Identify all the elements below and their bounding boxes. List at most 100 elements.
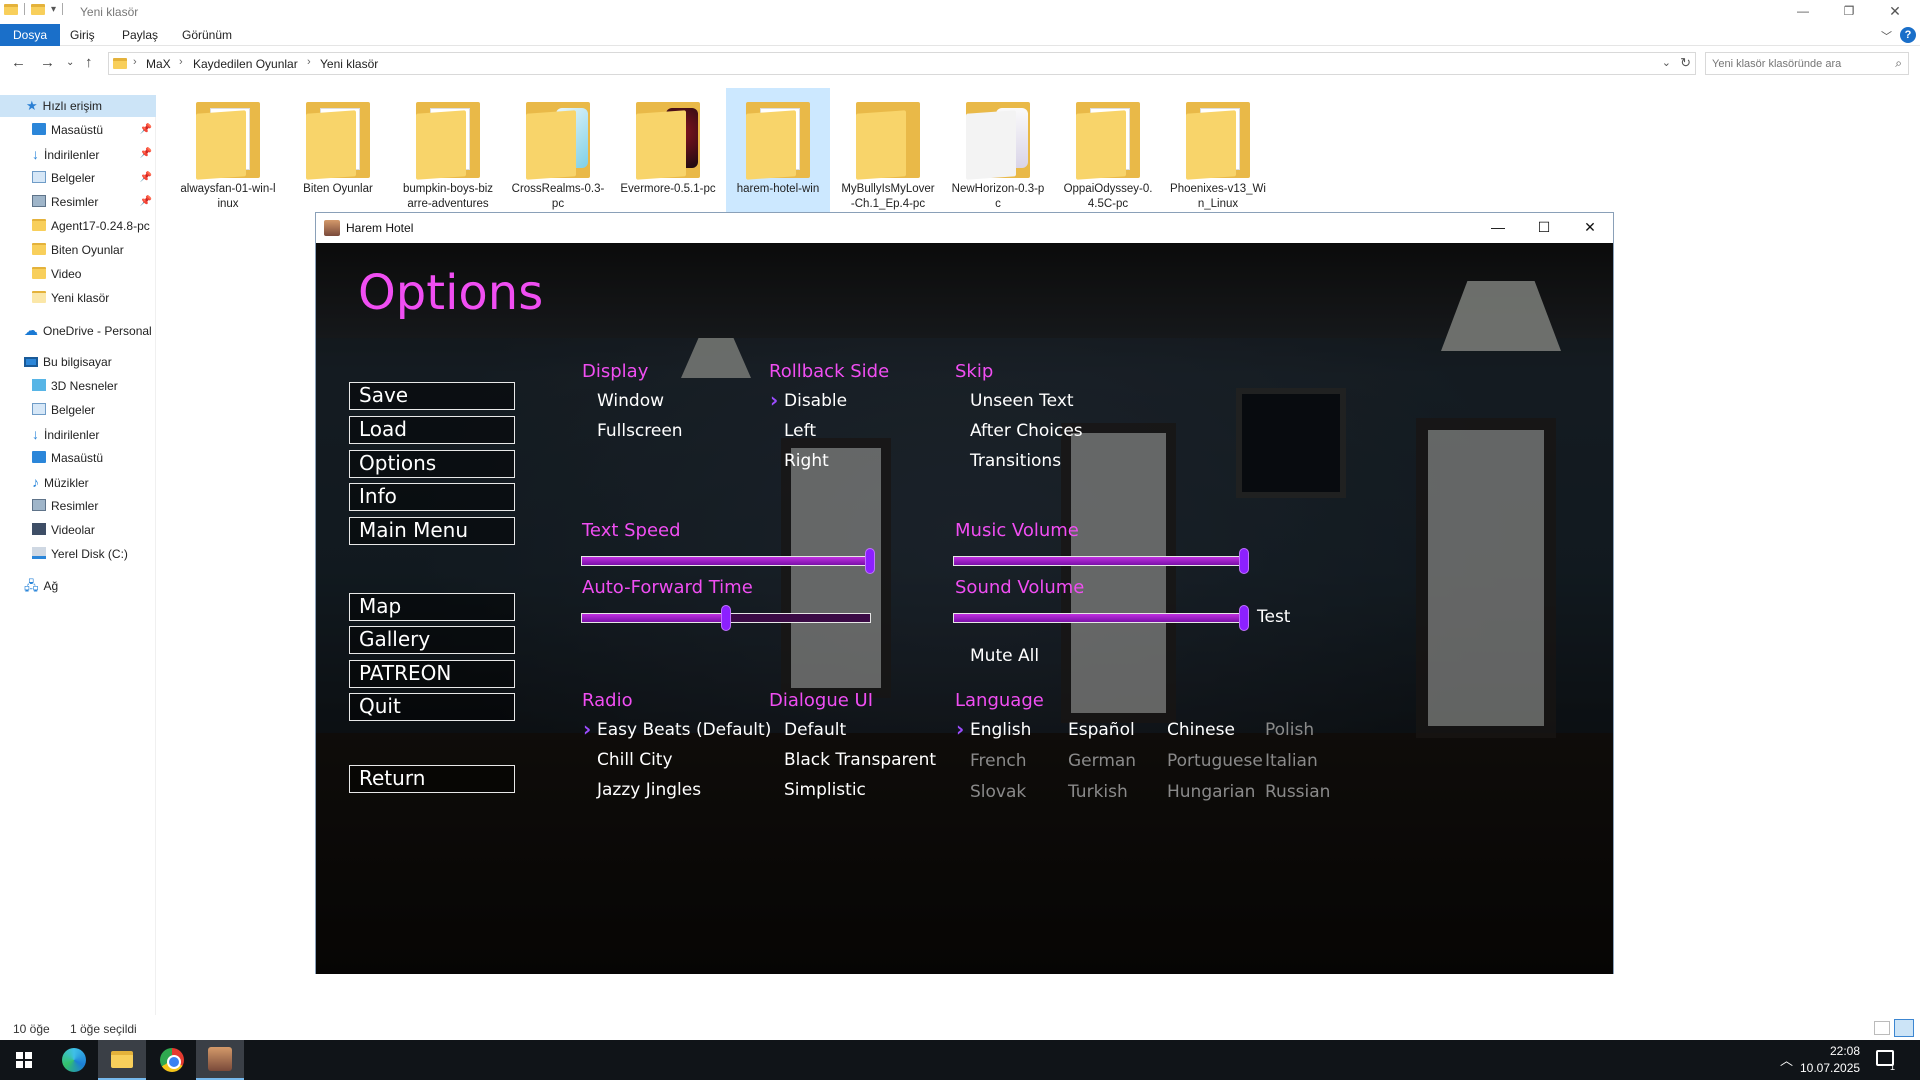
dialogue-black-transparent-option[interactable]: Black Transparent bbox=[784, 750, 936, 770]
breadcrumb-new-folder[interactable]: Yeni klasör bbox=[320, 57, 378, 71]
tab-file[interactable]: Dosya bbox=[0, 24, 61, 46]
nav-item-local-disk[interactable]: Yerel Disk (C:) bbox=[32, 543, 128, 565]
language-espanol-option[interactable]: Español bbox=[1068, 720, 1135, 740]
nav-item-pc-downloads[interactable]: ↓ İndirilenler bbox=[32, 423, 99, 445]
clock[interactable]: 22:08 10.07.2025 bbox=[1800, 1043, 1860, 1077]
nav-item-downloads[interactable]: ↓ İndirilenler 📌 bbox=[32, 143, 156, 165]
up-arrow-icon[interactable]: ↑ bbox=[85, 54, 93, 71]
folder-item[interactable]: MyBullyIsMyLover-Ch.1_Ep.4-pc bbox=[836, 88, 940, 213]
game-minimize-button[interactable]: — bbox=[1475, 213, 1521, 243]
search-input[interactable] bbox=[1712, 58, 1882, 70]
start-button[interactable] bbox=[0, 1040, 48, 1080]
search-box[interactable]: ⌕ bbox=[1705, 52, 1909, 75]
gallery-button[interactable]: Gallery bbox=[349, 626, 515, 654]
chevron-down-icon[interactable]: ⌄ bbox=[1662, 56, 1671, 69]
new-folder-icon[interactable] bbox=[31, 3, 45, 15]
folder-item[interactable]: bumpkin-boys-bizarre-adventures bbox=[396, 88, 500, 213]
large-icons-view-icon[interactable] bbox=[1894, 1019, 1914, 1037]
nav-item-pc-desktop[interactable]: Masaüstü bbox=[32, 447, 103, 469]
nav-item-agent17[interactable]: Agent17-0.24.8-pc bbox=[32, 215, 150, 237]
taskbar-chrome[interactable] bbox=[148, 1040, 196, 1080]
rollback-left-option[interactable]: Left bbox=[784, 421, 816, 441]
text-speed-slider[interactable] bbox=[581, 548, 875, 574]
taskbar-harem-hotel[interactable] bbox=[196, 1040, 244, 1080]
auto-forward-slider[interactable] bbox=[581, 605, 871, 631]
breadcrumb-saved-games[interactable]: Kaydedilen Oyunlar bbox=[193, 57, 298, 71]
rollback-disable-option[interactable]: Disable bbox=[770, 388, 847, 412]
nav-onedrive[interactable]: ☁ OneDrive - Personal bbox=[24, 319, 152, 341]
nav-item-music[interactable]: ♪ Müzikler bbox=[32, 471, 89, 493]
nav-this-pc[interactable]: Bu bilgisayar bbox=[24, 351, 112, 373]
patreon-button[interactable]: PATREON bbox=[349, 660, 515, 688]
breadcrumb-max[interactable]: MaX bbox=[146, 57, 171, 71]
close-button[interactable]: ✕ bbox=[1872, 0, 1918, 24]
nav-item-pictures[interactable]: Resimler 📌 bbox=[32, 191, 156, 213]
taskbar-file-explorer[interactable] bbox=[98, 1040, 146, 1080]
quit-button[interactable]: Quit bbox=[349, 693, 515, 721]
language-slovak-option[interactable]: Slovak bbox=[970, 782, 1026, 802]
forward-arrow-icon[interactable]: → bbox=[40, 54, 55, 71]
folder-item[interactable]: OppaiOdyssey-0.4.5C-pc bbox=[1056, 88, 1160, 213]
nav-item-video[interactable]: Video bbox=[32, 263, 81, 285]
search-icon[interactable]: ⌕ bbox=[1895, 56, 1902, 71]
radio-chill-city-option[interactable]: Chill City bbox=[597, 750, 673, 770]
chevron-down-icon[interactable]: ﹀ bbox=[1881, 28, 1892, 44]
tab-home[interactable]: Giriş bbox=[60, 24, 105, 46]
dialogue-default-option[interactable]: Default bbox=[784, 720, 846, 740]
language-hungarian-option[interactable]: Hungarian bbox=[1167, 782, 1255, 802]
skip-unseen-text-option[interactable]: Unseen Text bbox=[970, 391, 1074, 411]
folder-item[interactable]: Biten Oyunlar bbox=[286, 88, 390, 213]
folder-item[interactable]: Phoenixes-v13_Win_Linux bbox=[1166, 88, 1270, 213]
mute-all-option[interactable]: Mute All bbox=[970, 646, 1039, 666]
taskbar-edge[interactable] bbox=[50, 1040, 98, 1080]
language-german-option[interactable]: German bbox=[1068, 751, 1136, 771]
tab-view[interactable]: Görünüm bbox=[172, 24, 242, 46]
save-button[interactable]: Save bbox=[349, 382, 515, 410]
game-maximize-button[interactable]: ☐ bbox=[1521, 213, 1567, 243]
nav-item-desktop[interactable]: Masaüstü 📌 bbox=[32, 119, 156, 141]
load-button[interactable]: Load bbox=[349, 416, 515, 444]
folder-item[interactable]: alwaysfan-01-win-linux bbox=[176, 88, 280, 213]
maximize-button[interactable]: ❐ bbox=[1826, 0, 1872, 24]
rollback-right-option[interactable]: Right bbox=[784, 451, 829, 471]
qat-chevron-icon[interactable]: ▾ bbox=[51, 4, 56, 15]
sound-test-button[interactable]: Test bbox=[1257, 607, 1290, 627]
folder-item[interactable]: CrossRealms-0.3-pc bbox=[506, 88, 610, 213]
language-english-option[interactable]: English bbox=[956, 717, 1031, 741]
sound-volume-slider[interactable] bbox=[953, 605, 1249, 631]
nav-item-documents[interactable]: Belgeler 📌 bbox=[32, 167, 156, 189]
language-turkish-option[interactable]: Turkish bbox=[1068, 782, 1128, 802]
nav-item-new-folder[interactable]: Yeni klasör bbox=[32, 287, 109, 309]
minimize-button[interactable]: — bbox=[1780, 0, 1826, 24]
back-arrow-icon[interactable]: ← bbox=[11, 54, 26, 71]
display-window-option[interactable]: Window bbox=[597, 391, 664, 411]
language-italian-option[interactable]: Italian bbox=[1265, 751, 1318, 771]
info-button[interactable]: Info bbox=[349, 483, 515, 511]
language-portuguese-option[interactable]: Portuguese bbox=[1167, 751, 1263, 771]
language-french-option[interactable]: French bbox=[970, 751, 1027, 771]
language-chinese-option[interactable]: Chinese bbox=[1167, 720, 1235, 740]
nav-item-3d-objects[interactable]: 3D Nesneler bbox=[32, 375, 118, 397]
display-fullscreen-option[interactable]: Fullscreen bbox=[597, 421, 683, 441]
dialogue-simplistic-option[interactable]: Simplistic bbox=[784, 780, 866, 800]
nav-item-videos[interactable]: Videolar bbox=[32, 519, 95, 541]
tab-share[interactable]: Paylaş bbox=[112, 24, 168, 46]
language-polish-option[interactable]: Polish bbox=[1265, 720, 1314, 740]
radio-jazzy-jingles-option[interactable]: Jazzy Jingles bbox=[597, 780, 701, 800]
skip-transitions-option[interactable]: Transitions bbox=[970, 451, 1061, 471]
nav-item-finished-games[interactable]: Biten Oyunlar bbox=[32, 239, 124, 261]
map-button[interactable]: Map bbox=[349, 593, 515, 621]
music-volume-slider[interactable] bbox=[953, 548, 1249, 574]
nav-quick-access[interactable]: ★ Hızlı erişim bbox=[0, 95, 156, 117]
folder-item[interactable]: NewHorizon-0.3-pc bbox=[946, 88, 1050, 213]
nav-item-pc-documents[interactable]: Belgeler bbox=[32, 399, 95, 421]
slider-thumb[interactable] bbox=[1239, 548, 1249, 574]
radio-easy-beats-option[interactable]: Easy Beats (Default) bbox=[583, 717, 771, 741]
game-close-button[interactable]: ✕ bbox=[1567, 213, 1613, 243]
slider-thumb[interactable] bbox=[865, 548, 875, 574]
skip-after-choices-option[interactable]: After Choices bbox=[970, 421, 1083, 441]
slider-thumb[interactable] bbox=[721, 605, 731, 631]
slider-thumb[interactable] bbox=[1239, 605, 1249, 631]
help-icon[interactable]: ? bbox=[1900, 27, 1916, 43]
details-view-icon[interactable] bbox=[1874, 1021, 1890, 1035]
